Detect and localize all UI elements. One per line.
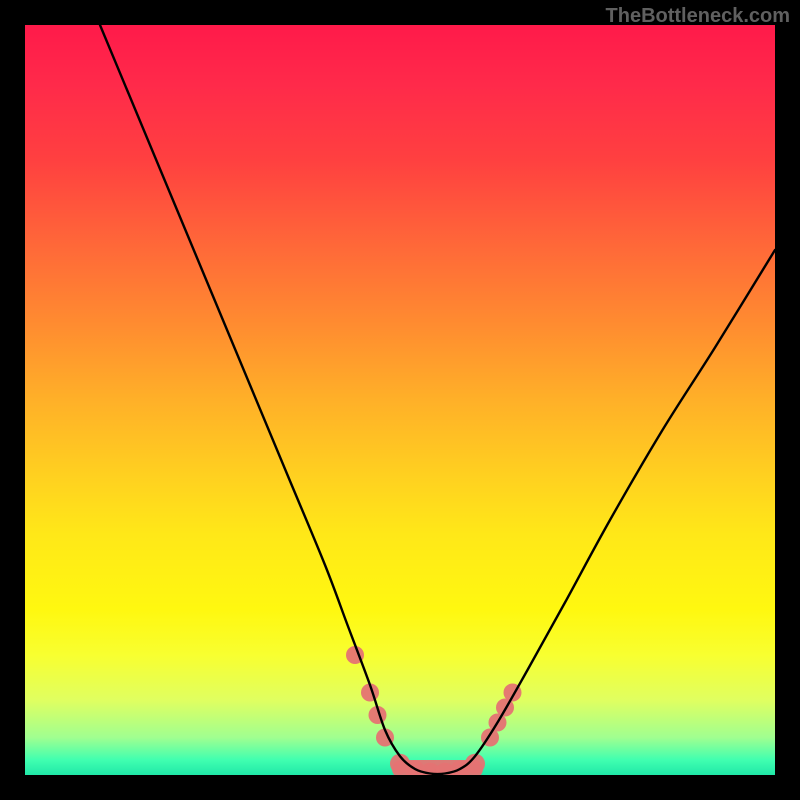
bottleneck-curve [100,25,775,774]
plot-area [25,25,775,775]
marker-points [346,646,522,775]
chart-frame: TheBottleneck.com [0,0,800,800]
watermark-text: TheBottleneck.com [606,5,790,28]
curve-svg [25,25,775,775]
